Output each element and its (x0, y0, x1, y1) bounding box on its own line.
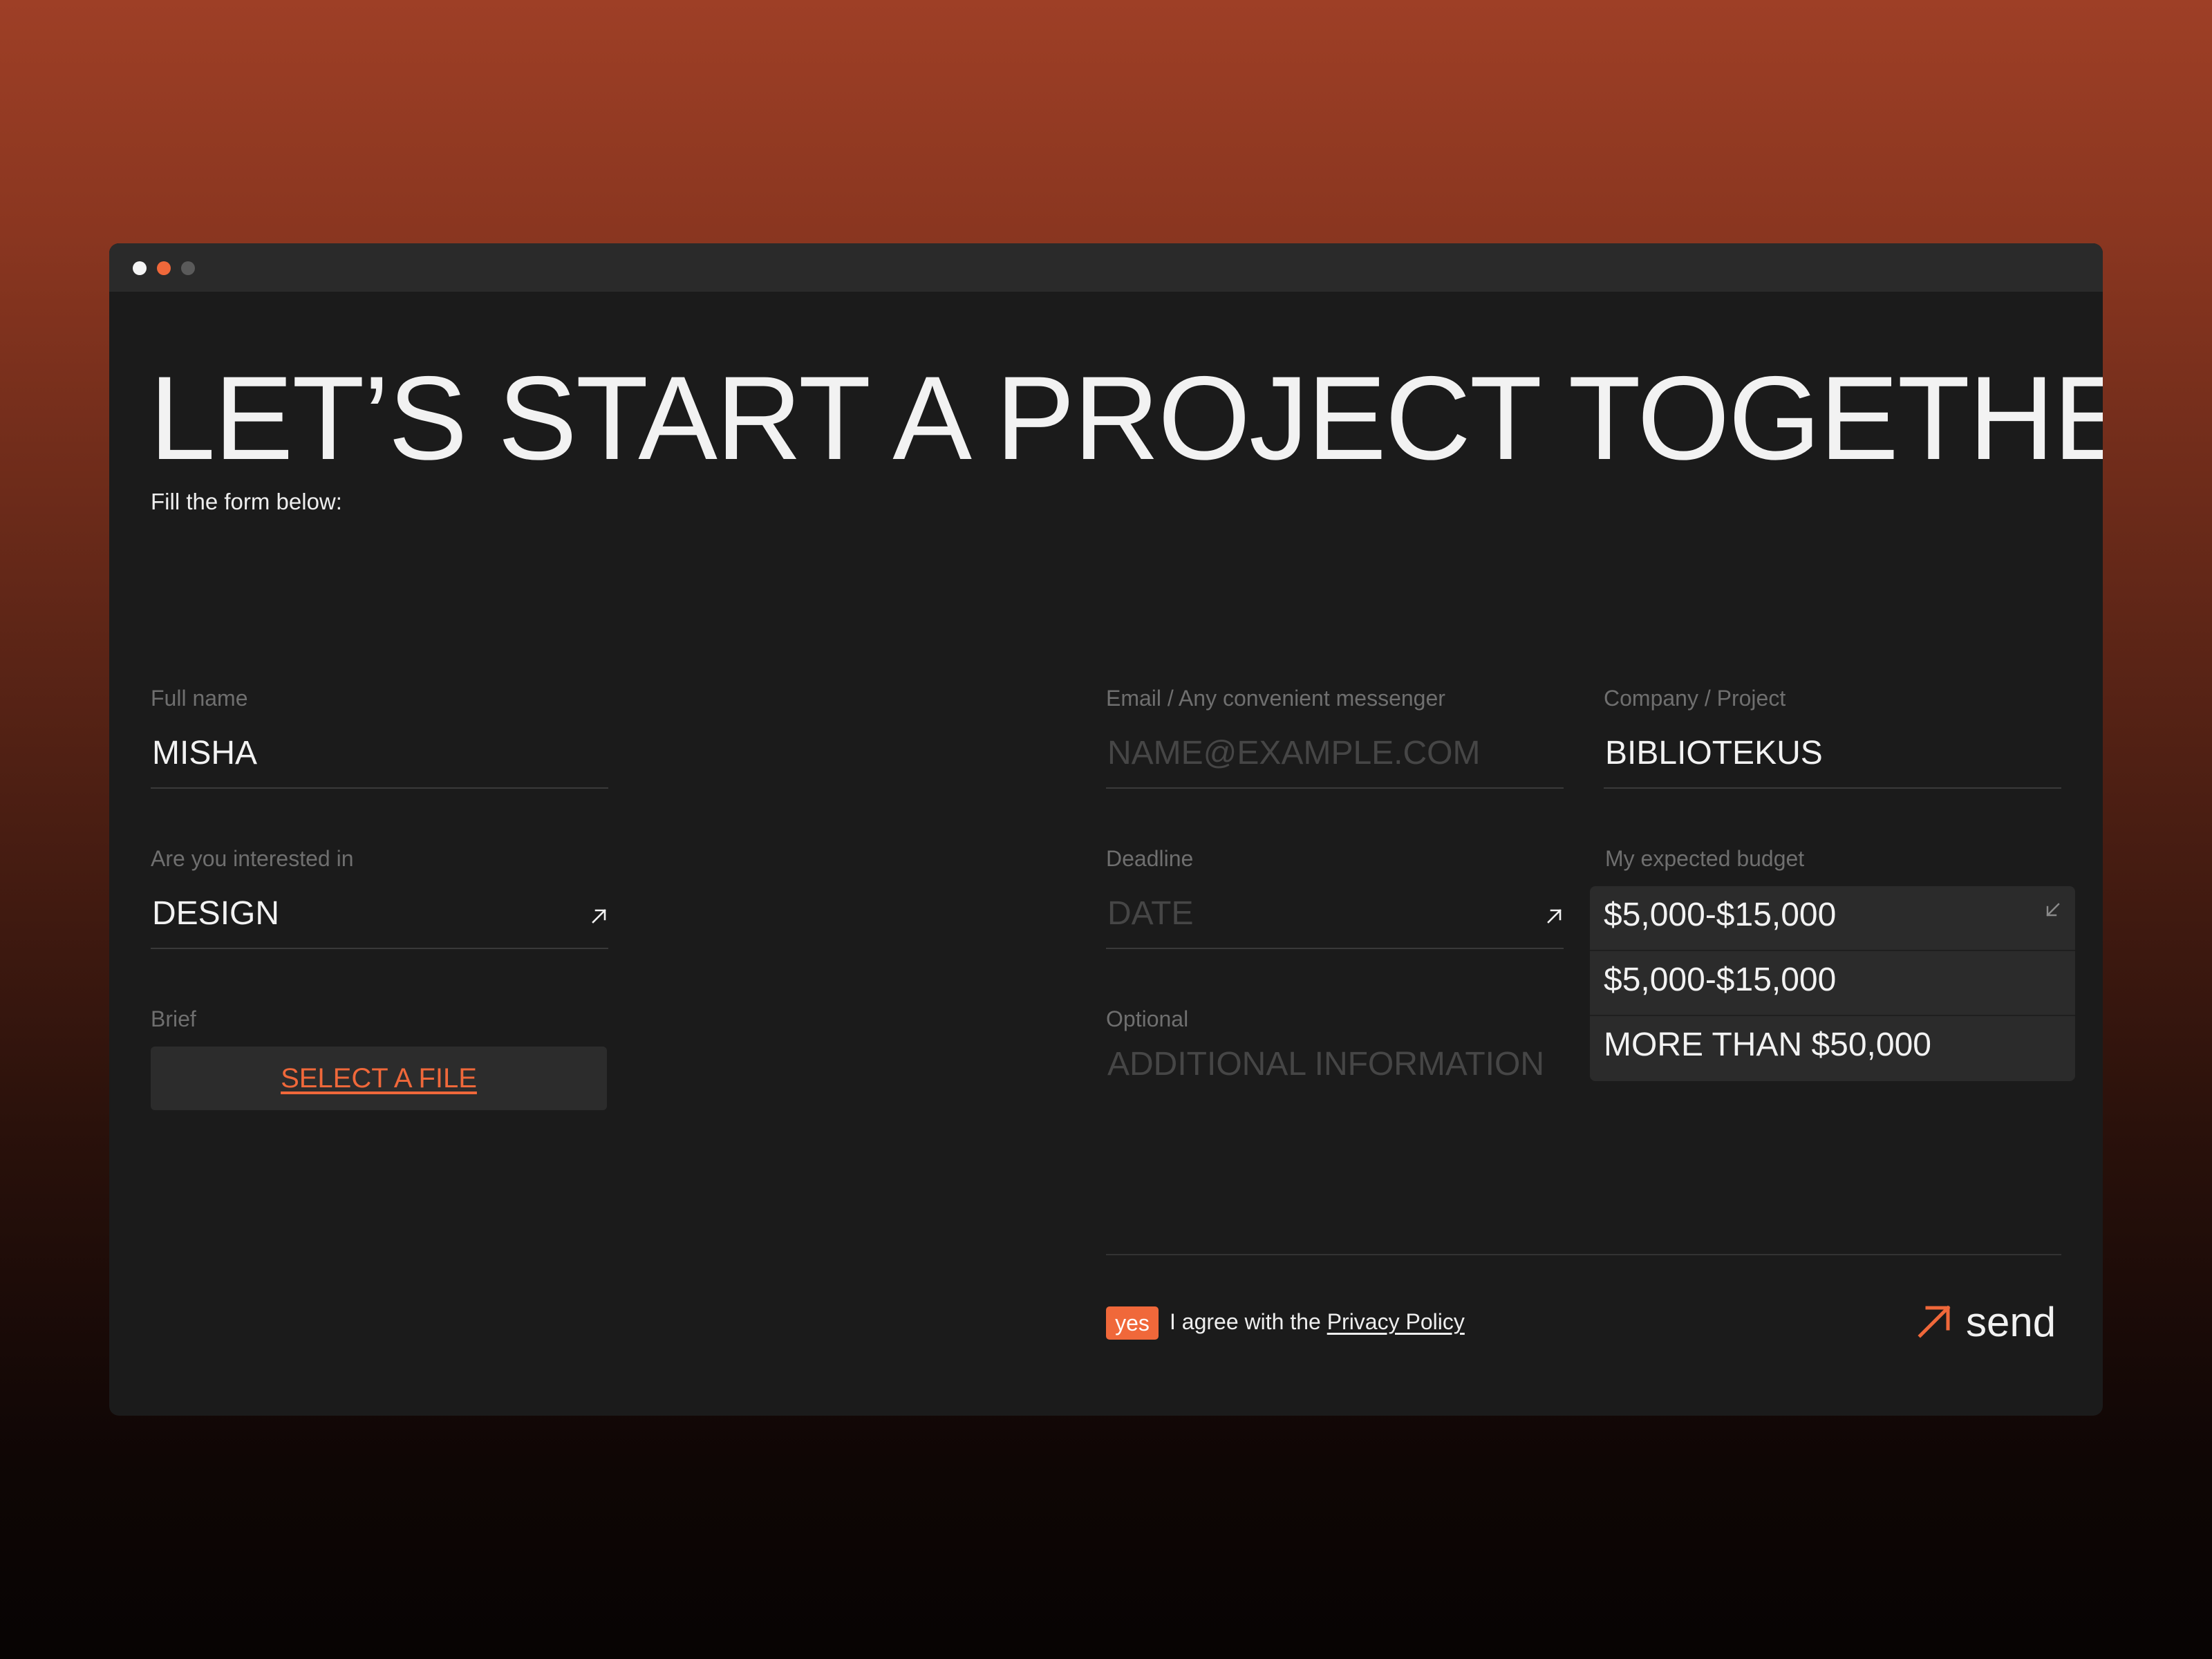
additional-info-input[interactable]: ADDITIONAL INFORMATION (1107, 1045, 1544, 1083)
zoom-dot[interactable] (181, 261, 195, 275)
interest-field[interactable]: Are you interested in DESIGN (151, 846, 608, 950)
close-dot[interactable] (133, 261, 147, 275)
optional-field: Optional ADDITIONAL INFORMATION (1106, 1006, 1564, 1110)
email-label: Email / Any convenient messenger (1106, 686, 1445, 711)
page-subtitle: Fill the form below: (151, 489, 342, 514)
company-input[interactable]: BIBLIOTEKUS (1605, 734, 1823, 772)
email-input[interactable]: NAME@EXAMPLE.COM (1107, 734, 1480, 772)
arrow-down-left-icon[interactable] (2043, 900, 2063, 919)
send-button[interactable]: send (1916, 1294, 2061, 1349)
footer-divider (1106, 1254, 2061, 1255)
company-underline (1604, 787, 2061, 789)
deadline-field[interactable]: Deadline DATE (1106, 846, 1564, 950)
full-name-label: Full name (151, 686, 248, 711)
interest-label: Are you interested in (151, 846, 354, 871)
brief-label: Brief (151, 1006, 196, 1031)
consent-checkbox[interactable]: yes (1106, 1306, 1159, 1340)
dropdown-divider (1590, 1015, 2075, 1016)
budget-option[interactable]: MORE THAN $50,000 (1604, 1026, 1931, 1064)
select-file-button[interactable]: SELECT A FILE (151, 1047, 607, 1110)
budget-label: My expected budget (1605, 846, 1805, 871)
arrow-up-right-icon (1918, 1305, 1951, 1338)
company-label: Company / Project (1604, 686, 1786, 711)
optional-label: Optional (1106, 1006, 1189, 1031)
budget-dropdown[interactable]: $5,000-$15,000 $5,000-$15,000 MORE THAN … (1590, 886, 2075, 1081)
page-title: LET’S START A PROJECT TOGETHER (149, 352, 2103, 485)
arrow-up-right-icon[interactable] (589, 906, 610, 926)
interest-underline (151, 948, 608, 949)
deadline-underline (1106, 948, 1564, 949)
window-titlebar (109, 243, 2103, 292)
consent-label: I agree with the (1170, 1309, 1327, 1334)
budget-option[interactable]: $5,000-$15,000 (1604, 961, 1836, 999)
company-field: Company / Project BIBLIOTEKUS (1604, 686, 2061, 789)
interest-select-value[interactable]: DESIGN (152, 894, 279, 932)
email-underline (1106, 787, 1564, 789)
deadline-input[interactable]: DATE (1107, 894, 1193, 932)
deadline-label: Deadline (1106, 846, 1194, 871)
minimize-dot[interactable] (157, 261, 171, 275)
send-label: send (1966, 1299, 2056, 1345)
budget-field: My expected budget (1605, 846, 2020, 881)
dropdown-divider (1590, 950, 2075, 951)
full-name-field: Full name MISHA (151, 686, 608, 789)
brief-field: Brief (151, 1006, 608, 1041)
full-name-underline (151, 787, 608, 789)
email-field: Email / Any convenient messenger NAME@EX… (1106, 686, 1564, 789)
browser-window: LET’S START A PROJECT TOGETHER Fill the … (109, 243, 2103, 1416)
full-name-input[interactable]: MISHA (152, 734, 257, 772)
arrow-up-right-icon[interactable] (1544, 906, 1565, 926)
budget-selected-value[interactable]: $5,000-$15,000 (1604, 896, 1836, 934)
consent-text: I agree with the Privacy Policy (1170, 1309, 1465, 1335)
privacy-policy-link[interactable]: Privacy Policy (1327, 1309, 1465, 1334)
